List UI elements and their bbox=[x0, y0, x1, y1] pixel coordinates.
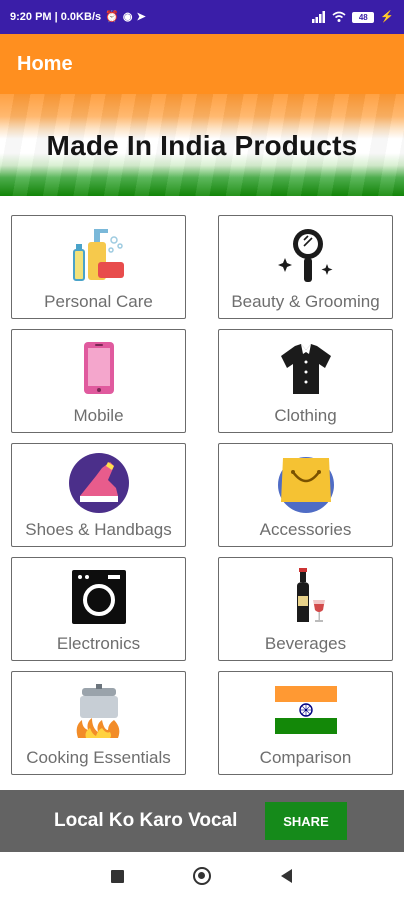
washing-machine-icon bbox=[68, 566, 130, 628]
category-comparison[interactable]: Comparison bbox=[218, 671, 393, 775]
category-label: Beverages bbox=[264, 634, 347, 653]
app-notification-icon: ◉ bbox=[122, 10, 133, 23]
mirror-icon bbox=[275, 224, 337, 286]
banner-title: Made In India Products bbox=[46, 130, 358, 161]
status-time: 9:20 PM | 0.0KB/s bbox=[10, 11, 102, 23]
category-electronics[interactable]: Electronics bbox=[11, 557, 186, 661]
status-bar: 9:20 PM | 0.0KB/s ⏰ ◉ ➤ 48 ⚡ bbox=[0, 0, 404, 34]
category-label: Electronics bbox=[56, 634, 141, 653]
category-beauty-grooming[interactable]: Beauty & Grooming bbox=[218, 215, 393, 319]
signal-icon bbox=[312, 11, 326, 23]
category-shoes-handbags[interactable]: Shoes & Handbags bbox=[11, 443, 186, 547]
category-clothing[interactable]: Clothing bbox=[218, 329, 393, 433]
category-cooking-essentials[interactable]: Cooking Essentials bbox=[11, 671, 186, 775]
alarm-icon: ⏰ bbox=[105, 10, 119, 23]
share-tagline: Local Ko Karo Vocal bbox=[54, 810, 238, 831]
share-button[interactable]: SHARE bbox=[265, 802, 347, 840]
category-label: Accessories bbox=[259, 520, 352, 539]
category-mobile[interactable]: Mobile bbox=[11, 329, 186, 433]
cooker-icon bbox=[68, 680, 130, 742]
category-label: Mobile bbox=[73, 406, 124, 425]
system-nav-bar bbox=[0, 852, 404, 900]
app-bar: Home bbox=[0, 34, 404, 94]
category-label: Personal Care bbox=[44, 292, 153, 311]
personal-care-icon bbox=[68, 224, 130, 286]
category-beverages[interactable]: Beverages bbox=[218, 557, 393, 661]
telegram-icon: ➤ bbox=[136, 10, 146, 23]
banner: Made In India Products bbox=[0, 94, 404, 196]
category-label: Comparison bbox=[259, 748, 352, 767]
category-accessories[interactable]: Accessories bbox=[218, 443, 393, 547]
india-flag-icon bbox=[274, 680, 337, 742]
bag-icon bbox=[275, 452, 337, 514]
back-icon[interactable] bbox=[281, 869, 292, 883]
share-bar: Local Ko Karo Vocal SHARE bbox=[0, 790, 404, 852]
battery-icon: 48 bbox=[352, 11, 375, 23]
shirt-icon bbox=[275, 338, 337, 400]
recent-apps-icon[interactable] bbox=[111, 870, 124, 883]
category-label: Shoes & Handbags bbox=[25, 520, 172, 539]
charging-icon: ⚡ bbox=[380, 10, 394, 23]
page-title: Home bbox=[17, 52, 73, 75]
category-label: Cooking Essentials bbox=[26, 748, 171, 767]
category-label: Beauty & Grooming bbox=[231, 292, 380, 311]
category-label: Clothing bbox=[274, 406, 337, 425]
mobile-icon bbox=[68, 338, 130, 400]
wine-icon bbox=[275, 566, 337, 628]
shoe-icon bbox=[68, 452, 130, 514]
home-icon[interactable] bbox=[193, 867, 211, 885]
wifi-icon bbox=[332, 11, 346, 22]
category-grid: Personal Care Beauty & Grooming Mobile C… bbox=[0, 196, 404, 790]
category-personal-care[interactable]: Personal Care bbox=[11, 215, 186, 319]
